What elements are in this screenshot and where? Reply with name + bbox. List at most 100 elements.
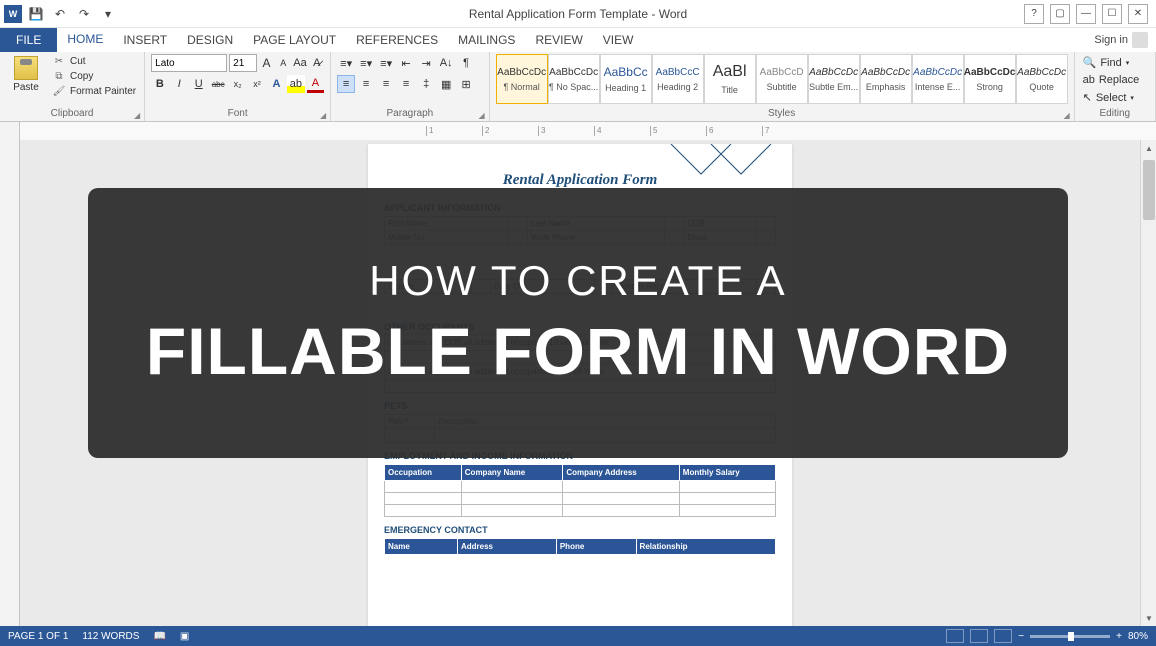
style-item--no-spac-[interactable]: AaBbCcDc¶ No Spac...: [548, 54, 600, 104]
paragraph-group-label: Paragraph◢: [337, 108, 482, 121]
read-mode-button[interactable]: [946, 629, 964, 643]
vertical-scrollbar[interactable]: ▲ ▼: [1140, 140, 1156, 626]
style-item-heading-1[interactable]: AaBbCcHeading 1: [600, 54, 652, 104]
employment-table: OccupationCompany NameCompany AddressMon…: [384, 464, 776, 517]
vertical-ruler[interactable]: [0, 140, 20, 626]
undo-button[interactable]: ↶: [50, 4, 70, 24]
find-icon: 🔍: [1083, 56, 1097, 69]
grow-font-button[interactable]: A: [259, 54, 274, 72]
multilevel-button[interactable]: ≡▾: [377, 54, 395, 72]
font-name-input[interactable]: [151, 54, 227, 72]
sign-in-link[interactable]: Sign in: [1086, 28, 1156, 52]
maximize-button[interactable]: ☐: [1102, 4, 1122, 24]
redo-button[interactable]: ↷: [74, 4, 94, 24]
zoom-out-button[interactable]: −: [1018, 631, 1024, 642]
sort-button[interactable]: A↓: [437, 54, 455, 72]
tab-view[interactable]: VIEW: [593, 28, 644, 52]
text-effects-button[interactable]: A: [268, 75, 285, 93]
line-spacing-button[interactable]: ‡: [417, 75, 435, 93]
font-size-input[interactable]: [229, 54, 257, 72]
scroll-up-button[interactable]: ▲: [1141, 140, 1156, 156]
style-item-strong[interactable]: AaBbCcDcStrong: [964, 54, 1016, 104]
help-button[interactable]: ?: [1024, 4, 1044, 24]
ribbon-display-button[interactable]: ▢: [1050, 4, 1070, 24]
brush-icon: 🖌: [52, 85, 66, 97]
increase-indent-button[interactable]: ⇥: [417, 54, 435, 72]
close-button[interactable]: ✕: [1128, 4, 1148, 24]
tab-mailings[interactable]: MAILINGS: [448, 28, 525, 52]
replace-icon: ab: [1083, 74, 1095, 86]
justify-button[interactable]: ≡: [397, 75, 415, 93]
zoom-thumb[interactable]: [1068, 632, 1074, 641]
subscript-button[interactable]: x₂: [229, 75, 246, 93]
word-count[interactable]: 112 WORDS: [82, 631, 139, 642]
tab-insert[interactable]: INSERT: [113, 28, 177, 52]
tab-home[interactable]: HOME: [57, 28, 113, 52]
horizontal-ruler[interactable]: 1234567: [20, 122, 1156, 140]
show-marks-button[interactable]: ¶: [457, 54, 475, 72]
style-item--normal[interactable]: AaBbCcDc¶ Normal: [496, 54, 548, 104]
clear-formatting-button[interactable]: A̷: [309, 54, 324, 72]
align-left-button[interactable]: ≡: [337, 75, 355, 93]
select-button[interactable]: ↖Select ▾: [1081, 89, 1149, 106]
change-case-button[interactable]: Aa: [293, 54, 308, 72]
replace-button[interactable]: abReplace: [1081, 72, 1149, 88]
copy-button[interactable]: ⧉Copy: [50, 69, 138, 83]
tab-page-layout[interactable]: PAGE LAYOUT: [243, 28, 346, 52]
web-layout-button[interactable]: [994, 629, 1012, 643]
ribbon-tabs: FILE HOME INSERT DESIGN PAGE LAYOUT REFE…: [0, 28, 1156, 52]
zoom-in-button[interactable]: +: [1116, 631, 1122, 642]
format-painter-button[interactable]: 🖌Format Painter: [50, 84, 138, 98]
shading-button[interactable]: ▦: [437, 75, 455, 93]
scroll-down-button[interactable]: ▼: [1141, 610, 1156, 626]
overlay-line1: HOW TO CREATE A: [369, 257, 786, 305]
italic-button[interactable]: I: [171, 75, 188, 93]
copy-label: Copy: [70, 71, 93, 82]
align-right-button[interactable]: ≡: [377, 75, 395, 93]
styles-gallery[interactable]: AaBbCcDc¶ NormalAaBbCcDc¶ No Spac...AaBb…: [496, 54, 1068, 104]
style-item-intense-e-[interactable]: AaBbCcDcIntense E...: [912, 54, 964, 104]
style-item-title[interactable]: AaBlTitle: [704, 54, 756, 104]
styles-launcher[interactable]: ◢: [1063, 111, 1069, 120]
bullets-button[interactable]: ≡▾: [337, 54, 355, 72]
scroll-thumb[interactable]: [1143, 160, 1155, 220]
cut-button[interactable]: ✂Cut: [50, 54, 138, 68]
superscript-button[interactable]: x²: [248, 75, 265, 93]
style-item-quote[interactable]: AaBbCcDcQuote: [1016, 54, 1068, 104]
style-item-emphasis[interactable]: AaBbCcDcEmphasis: [860, 54, 912, 104]
underline-button[interactable]: U: [190, 75, 207, 93]
tab-file[interactable]: FILE: [0, 28, 57, 52]
font-launcher[interactable]: ◢: [320, 111, 326, 120]
print-layout-button[interactable]: [970, 629, 988, 643]
select-label: Select: [1096, 92, 1127, 104]
clipboard-launcher[interactable]: ◢: [134, 111, 140, 120]
borders-button[interactable]: ⊞: [457, 75, 475, 93]
decrease-indent-button[interactable]: ⇤: [397, 54, 415, 72]
page-count[interactable]: PAGE 1 OF 1: [8, 631, 68, 642]
tab-review[interactable]: REVIEW: [525, 28, 592, 52]
tab-references[interactable]: REFERENCES: [346, 28, 448, 52]
bold-button[interactable]: B: [151, 75, 168, 93]
macro-icon[interactable]: ▣: [180, 631, 189, 642]
zoom-level[interactable]: 80%: [1128, 631, 1148, 642]
style-item-subtle-em-[interactable]: AaBbCcDcSubtle Em...: [808, 54, 860, 104]
zoom-slider[interactable]: [1030, 635, 1110, 638]
style-item-heading-2[interactable]: AaBbCcCHeading 2: [652, 54, 704, 104]
font-group-label: Font◢: [151, 108, 324, 121]
strikethrough-button[interactable]: abc: [209, 75, 226, 93]
find-button[interactable]: 🔍Find ▾: [1081, 54, 1149, 71]
style-item-subtitle[interactable]: AaBbCcDSubtitle: [756, 54, 808, 104]
qat-customize-button[interactable]: ▾: [98, 4, 118, 24]
tab-design[interactable]: DESIGN: [177, 28, 243, 52]
save-button[interactable]: 💾: [26, 4, 46, 24]
paste-button[interactable]: Paste: [6, 54, 46, 108]
section-emergency: EMERGENCY CONTACT: [384, 525, 776, 535]
highlight-button[interactable]: ab: [287, 75, 304, 93]
paragraph-launcher[interactable]: ◢: [478, 111, 484, 120]
shrink-font-button[interactable]: A: [276, 54, 291, 72]
align-center-button[interactable]: ≡: [357, 75, 375, 93]
spell-check-icon[interactable]: 📖: [153, 631, 165, 642]
minimize-button[interactable]: —: [1076, 4, 1096, 24]
font-color-button[interactable]: A: [307, 75, 324, 93]
numbering-button[interactable]: ≡▾: [357, 54, 375, 72]
